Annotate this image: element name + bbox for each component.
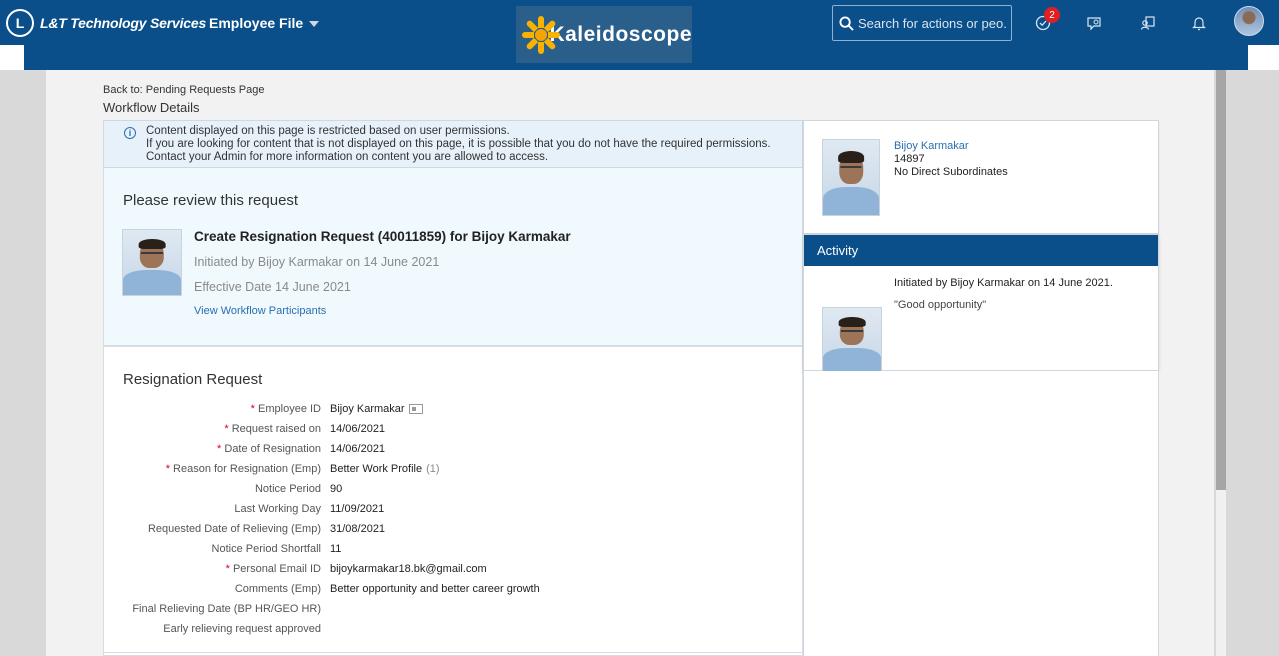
activity-user-photo xyxy=(822,307,882,373)
field-label: Reason for Resignation (Emp) xyxy=(173,463,321,475)
field-row-employee-id: * Employee ID Bijoy Karmakar xyxy=(104,399,804,419)
field-label: Requested Date of Relieving (Emp) xyxy=(147,523,321,535)
request-effective-date: Effective Date 14 June 2021 xyxy=(194,280,351,294)
activity-entry: Initiated by Bijoy Karmakar on 14 June 2… xyxy=(894,277,1113,289)
required-asterisk: * xyxy=(165,463,174,475)
field-value: 90 xyxy=(330,483,343,495)
field-row-date-of-resignation: * Date of Resignation 14/06/2021 xyxy=(104,439,804,459)
resignation-heading: Resignation Request xyxy=(123,371,263,388)
field-row-notice-period: Notice Period 90 xyxy=(104,479,804,499)
field-row-final-relieving-date: Final Relieving Date (BP HR/GEO HR) xyxy=(104,599,804,619)
people-icon[interactable] xyxy=(1137,12,1159,34)
employee-profile-card: Bijoy Karmakar 14897 No Direct Subordina… xyxy=(803,120,1159,234)
request-title: Create Resignation Request (40011859) fo… xyxy=(194,229,571,244)
activity-heading: Activity xyxy=(804,235,1158,266)
field-label: Notice Period xyxy=(254,483,321,495)
global-search[interactable] xyxy=(832,5,1012,41)
resignation-fields: * Employee ID Bijoy Karmakar * Request r… xyxy=(104,399,804,639)
panel-divider xyxy=(104,652,804,655)
field-value: 11/09/2021 xyxy=(330,503,385,515)
field-value: Better Work Profile xyxy=(330,463,423,475)
field-label: Employee ID xyxy=(258,403,321,415)
sunburst-logo-icon xyxy=(522,15,560,54)
feedback-icon[interactable] xyxy=(1083,12,1105,34)
field-row-last-working-day: Last Working Day 11/09/2021 xyxy=(104,499,804,519)
notice-line-2: If you are looking for content that is n… xyxy=(146,138,771,150)
todo-count-badge: 2 xyxy=(1044,7,1060,23)
activity-panel: Activity Initiated by Bijoy Karmakar on … xyxy=(803,234,1159,373)
chevron-down-icon xyxy=(309,21,320,27)
company-brand[interactable]: L L&T Technology Services xyxy=(6,9,206,37)
portal-logo-text: Kaleidoscope xyxy=(549,22,692,46)
field-value: Better opportunity and better career gro… xyxy=(330,583,540,595)
required-asterisk: * xyxy=(250,403,259,415)
employee-card-icon[interactable] xyxy=(408,404,423,414)
required-asterisk: * xyxy=(225,563,233,575)
field-row-comments: Comments (Emp) Better opportunity and be… xyxy=(104,579,804,599)
activity-comment: "Good opportunity" xyxy=(894,299,987,311)
field-value-code: (1) xyxy=(426,463,440,475)
field-row-request-raised-on: * Request raised on 14/06/2021 xyxy=(104,419,804,439)
page-title: Workflow Details xyxy=(103,100,200,115)
field-value: Bijoy Karmakar xyxy=(330,403,405,415)
field-value: bijoykarmakar18.bk@gmail.com xyxy=(330,563,487,575)
field-value: 14/06/2021 xyxy=(330,443,386,455)
employee-name-link[interactable]: Bijoy Karmakar xyxy=(894,140,969,152)
direct-subordinates: No Direct Subordinates xyxy=(894,166,1008,178)
employee-photo xyxy=(822,139,880,216)
field-label: Date of Resignation xyxy=(224,443,321,455)
field-row-reason-for-resignation: * Reason for Resignation (Emp) Better Wo… xyxy=(104,459,804,479)
field-value: 11 xyxy=(330,543,342,555)
info-icon: i xyxy=(124,127,136,139)
field-label: Comments (Emp) xyxy=(234,583,321,595)
resignation-request-panel: Resignation Request * Employee ID Bijoy … xyxy=(103,346,804,656)
module-label: Employee File xyxy=(209,15,304,31)
module-switcher[interactable]: Employee File xyxy=(209,15,320,31)
field-label: Notice Period Shortfall xyxy=(211,543,321,555)
notification-bell-icon[interactable] xyxy=(1188,12,1210,34)
field-value: 14/06/2021 xyxy=(330,423,386,435)
required-asterisk: * xyxy=(224,423,232,435)
field-label: Request raised on xyxy=(231,423,321,435)
notice-line-1: Content displayed on this page is restri… xyxy=(146,125,510,137)
requester-photo xyxy=(122,229,182,296)
right-column-body xyxy=(803,371,1159,656)
field-row-early-relieving-approved: Early relieving request approved xyxy=(104,619,804,639)
company-name: L&T Technology Services xyxy=(40,15,207,31)
field-row-personal-email: * Personal Email ID bijoykarmakar18.bk@g… xyxy=(104,559,804,579)
field-label: Early relieving request approved xyxy=(163,623,321,635)
user-avatar[interactable] xyxy=(1234,6,1264,36)
company-logo-icon: L xyxy=(6,9,34,37)
permission-notice: i Content displayed on this page is rest… xyxy=(103,120,803,168)
field-row-requested-relieving-date: Requested Date of Relieving (Emp) 31/08/… xyxy=(104,519,804,539)
review-request-panel: Please review this request Create Resign… xyxy=(103,168,803,346)
field-label: Final Relieving Date (BP HR/GEO HR) xyxy=(132,603,321,615)
view-workflow-participants-link[interactable]: View Workflow Participants xyxy=(194,305,326,317)
field-label: Last Working Day xyxy=(234,503,321,515)
review-heading: Please review this request xyxy=(123,192,299,209)
field-value: 31/08/2021 xyxy=(330,523,386,535)
page-scrollbar-thumb[interactable] xyxy=(1216,70,1226,490)
portal-logo[interactable]: Kaleidoscope xyxy=(516,6,692,63)
field-row-notice-period-shortfall: Notice Period Shortfall 11 xyxy=(104,539,804,559)
field-label: Personal Email ID xyxy=(232,563,321,575)
permission-notice-text: Content displayed on this page is restri… xyxy=(146,125,771,167)
employee-id: 14897 xyxy=(894,153,925,165)
search-icon xyxy=(839,15,854,31)
request-initiated-by: Initiated by Bijoy Karmakar on 14 June 2… xyxy=(194,255,440,269)
back-link[interactable]: Back to: Pending Requests Page xyxy=(103,84,264,96)
notice-line-3: Contact your Admin for more information … xyxy=(146,151,549,163)
search-input[interactable] xyxy=(858,15,1008,31)
